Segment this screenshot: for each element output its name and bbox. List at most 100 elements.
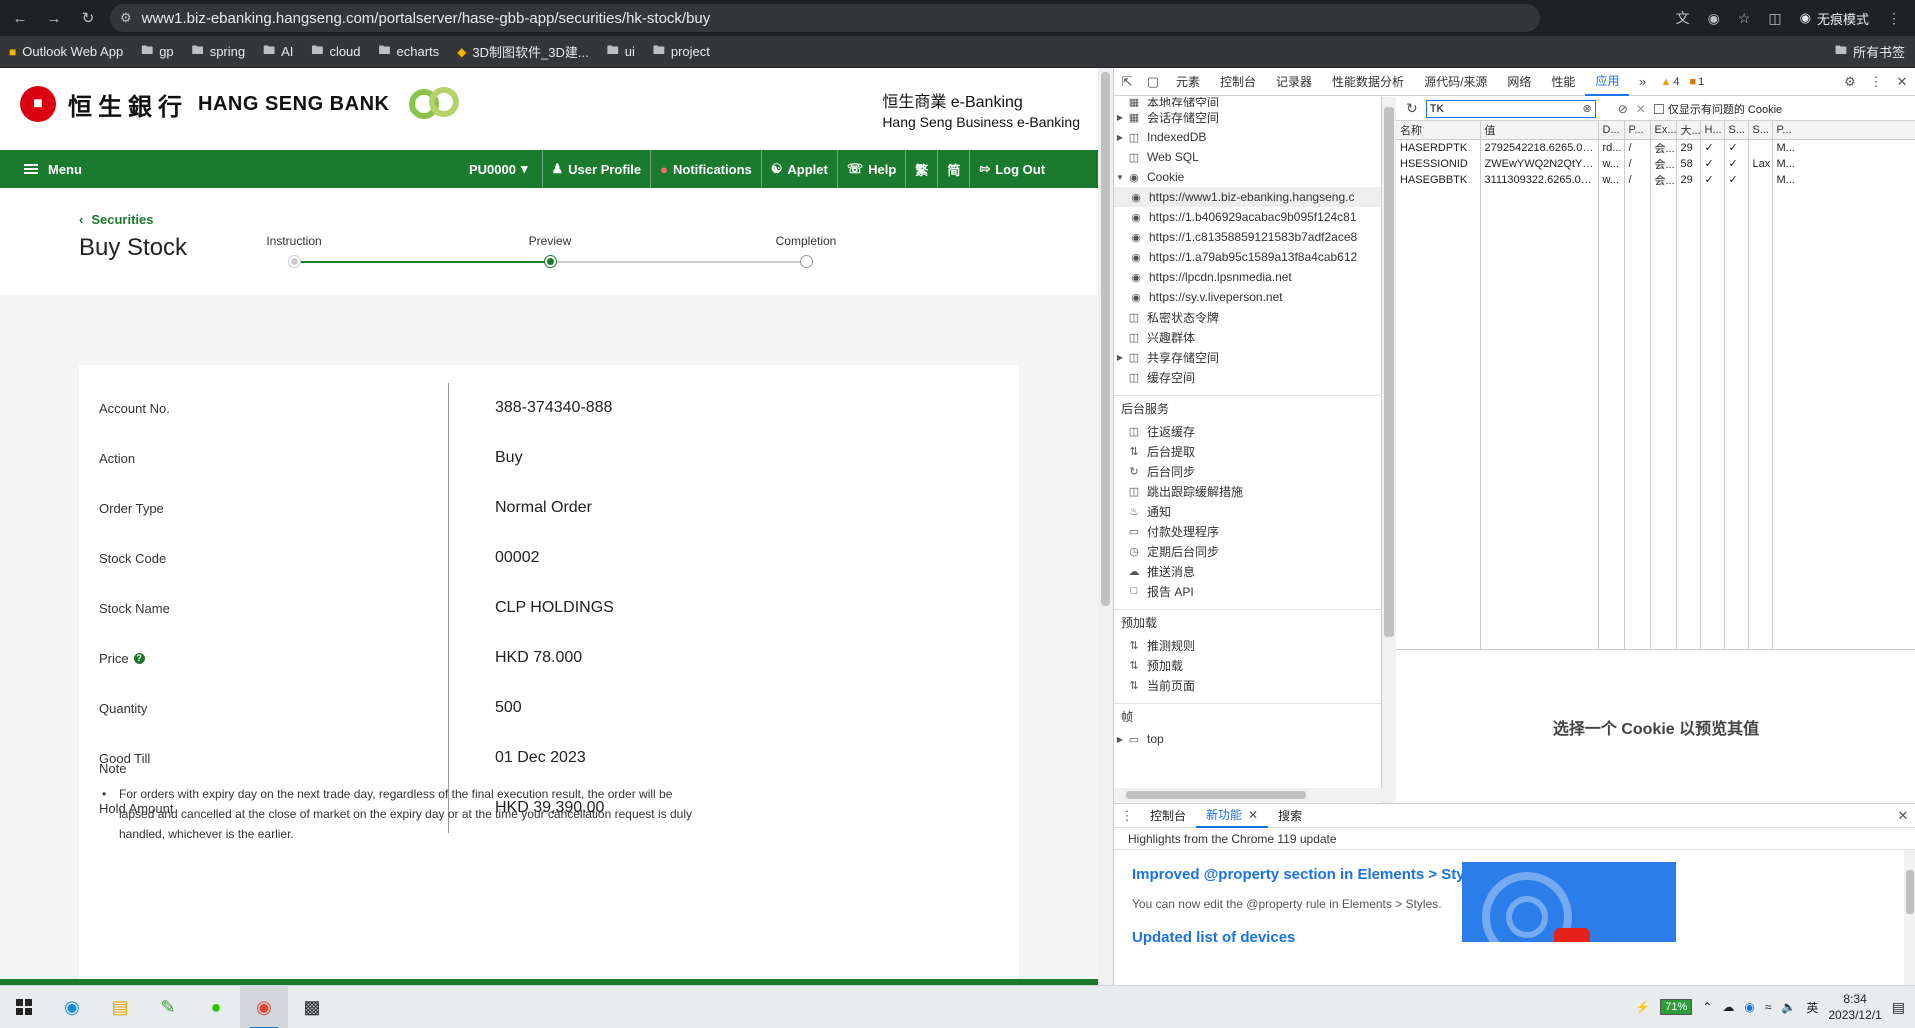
sidebar-item-frame-top[interactable]: ▶ ▭ top (1114, 729, 1381, 749)
more-tabs-icon[interactable]: » (1629, 74, 1655, 89)
notification-center-icon[interactable]: ▤ (1892, 999, 1905, 1016)
price-help-icon[interactable]: ? (133, 652, 145, 664)
table-row[interactable]: HASEGBBTK 3111309322.6265.0000 w... / 会... 29… (1396, 171, 1915, 188)
tab-performance[interactable]: 性能 (1541, 68, 1585, 96)
sidebar-item-notifications[interactable]: ♨ 通知 (1114, 501, 1381, 521)
address-bar[interactable]: ⚙ www1.biz-ebanking.hangseng.com/portals… (110, 4, 1540, 32)
sidepanel-icon[interactable]: ◫ (1768, 10, 1781, 27)
bookmark-item[interactable]: ◆ 3D制图软件_3D建... (448, 42, 598, 61)
sidebar-item-indexeddb[interactable]: ▶ ◫ IndexedDB (1114, 127, 1381, 147)
drawer-scrollbar-thumb[interactable] (1906, 870, 1914, 914)
cookie-filter-input[interactable] (1429, 102, 1570, 115)
tab-console[interactable]: 控制台 (1210, 68, 1266, 96)
taskbar-notepad[interactable]: ✎ (144, 986, 192, 1028)
tab-elements[interactable]: 元素 (1166, 68, 1210, 96)
devtools-menu-icon[interactable]: ⋮ (1863, 74, 1889, 90)
expand-arrow-icon[interactable]: ▶ (1114, 353, 1126, 362)
sidebar-item-interest-groups[interactable]: ◫ 兴趣群体 (1114, 327, 1381, 347)
drawer-tab-search[interactable]: 搜索 (1268, 804, 1312, 828)
battery-indicator[interactable]: 71% (1660, 999, 1693, 1015)
all-bookmarks[interactable]: 🖿 所有书签 (1826, 41, 1915, 62)
bookmark-folder[interactable]: 🖿 cloud (302, 41, 369, 62)
wifi-icon[interactable]: ≈ (1765, 1000, 1772, 1014)
bookmark-folder[interactable]: 🖿 spring (183, 41, 254, 62)
bookmark-folder[interactable]: 🖿 project (644, 41, 719, 62)
taskbar-terminal[interactable]: ▩ (288, 986, 336, 1028)
notifications-link[interactable]: ● Notifications (650, 150, 761, 188)
bank-logo[interactable]: ■ 恒生銀行 HANG SENG BANK (20, 86, 389, 122)
language-traditional-button[interactable]: 繁 (905, 150, 937, 188)
column-header[interactable]: H... (1700, 121, 1725, 140)
sidebar-item-websql[interactable]: ◫ Web SQL (1114, 147, 1381, 167)
battery-plug-icon[interactable]: ⚡ (1635, 1000, 1650, 1014)
language-simplified-button[interactable]: 简 (937, 150, 969, 188)
onedrive-icon[interactable]: ☁ (1722, 1000, 1734, 1014)
ime-indicator[interactable]: 英 (1806, 999, 1818, 1016)
defender-icon[interactable]: ◉ (1744, 1000, 1754, 1014)
tab-recorder[interactable]: 记录器 (1266, 68, 1322, 96)
sidebar-scrollbar[interactable] (1382, 97, 1396, 803)
tab-performance-insights[interactable]: 性能数据分析 (1322, 68, 1414, 96)
menu-button[interactable]: Menu (0, 162, 460, 177)
expand-arrow-icon[interactable]: ▶ (1114, 133, 1126, 142)
sidebar-item-bfcache[interactable]: ◫ 往返缓存 (1114, 421, 1381, 441)
delete-selected-icon[interactable]: ✕ (1636, 102, 1646, 116)
device-toggle-icon[interactable]: ▢ (1140, 74, 1166, 90)
only-issues-checkbox[interactable]: 仅显示有问题的 Cookie (1653, 101, 1782, 117)
forward-icon[interactable]: → (40, 4, 68, 32)
column-header[interactable]: 名称 (1396, 121, 1481, 140)
start-button[interactable] (0, 986, 48, 1028)
column-header[interactable]: P... (1772, 121, 1915, 140)
expand-arrow-icon[interactable]: ▶ (1114, 113, 1126, 122)
site-info-icon[interactable]: ⚙ (120, 10, 132, 26)
incognito-indicator[interactable]: ◉ 无痕模式 (1800, 9, 1869, 28)
sidebar-item-local-storage[interactable]: ▦ 本地存储空间 (1114, 97, 1381, 107)
column-header[interactable]: S... (1748, 121, 1773, 140)
drawer-tab-whats-new[interactable]: 新功能 ✕ (1196, 804, 1269, 828)
checkbox-icon[interactable] (1653, 103, 1664, 114)
sidebar-item-periodic-sync[interactable]: ◷ 定期后台同步 (1114, 541, 1381, 561)
settings-gear-icon[interactable]: ⚙ (1837, 74, 1863, 90)
taskbar-edge[interactable]: ◉ (48, 986, 96, 1028)
column-header[interactable]: Ex... (1650, 121, 1677, 140)
column-header[interactable]: 值 (1480, 121, 1599, 140)
column-header[interactable]: D... (1598, 121, 1625, 140)
play-video-icon[interactable] (1554, 928, 1590, 942)
column-header[interactable]: S... (1724, 121, 1749, 140)
issues-badge[interactable]: ■ 1 (1684, 76, 1709, 88)
cookie-origin-item[interactable]: ◉ https://1.c81358859121583b7adf2ace8 (1114, 227, 1381, 247)
bookmark-folder[interactable]: 🖿 AI (254, 41, 302, 62)
user-profile-link[interactable]: ♟ User Profile (541, 150, 651, 188)
sidebar-item-bounce-tracking[interactable]: ◫ 跳出跟踪缓解措施 (1114, 481, 1381, 501)
sidebar-item-speculation-rules[interactable]: ⇅ 推测规则 (1114, 635, 1381, 655)
sidebar-item-reporting-api[interactable]: □ 报告 API (1114, 581, 1381, 601)
cookie-origin-item[interactable]: ◉ https://1.b406929acabac9b095f124c81 (1114, 207, 1381, 227)
back-icon[interactable]: ← (6, 4, 34, 32)
sidebar-item-cache-storage[interactable]: ◫ 缓存空间 (1114, 367, 1381, 387)
expand-arrow-icon[interactable]: ▶ (1114, 735, 1126, 744)
help-link[interactable]: ☏ Help (836, 150, 905, 188)
drawer-tab-console[interactable]: 控制台 (1140, 804, 1196, 828)
whats-new-video-thumbnail[interactable] (1462, 862, 1676, 942)
sidebar-item-this-page[interactable]: ⇅ 当前页面 (1114, 675, 1381, 695)
refresh-icon[interactable]: ↻ (1406, 100, 1418, 117)
breadcrumb[interactable]: ‹ Securities (79, 212, 154, 227)
clock[interactable]: 8:34 2023/12/1 (1828, 991, 1881, 1023)
sidebar-item-shared-storage[interactable]: ▶ ◫ 共享存储空间 (1114, 347, 1381, 367)
taskbar-chrome[interactable]: ◉ (240, 985, 288, 1028)
cookie-origin-item[interactable]: ◉ https://1.a79ab95c1589a13f8a4cab612 (1114, 247, 1381, 267)
account-dropdown[interactable]: PU0000 ▾ (460, 150, 542, 188)
drawer-scrollbar[interactable] (1904, 850, 1915, 986)
drawer-menu-icon[interactable]: ⋮ (1114, 808, 1140, 824)
clear-filter-icon[interactable]: ⊗ (1583, 102, 1592, 115)
close-drawer-icon[interactable]: ✕ (1890, 808, 1915, 824)
table-row[interactable]: HASERDPTK 2792542218.6265.0000 rd... / 会... 2… (1396, 139, 1915, 156)
bookmark-folder[interactable]: 🖿 gp (132, 41, 182, 62)
collapse-arrow-icon[interactable]: ▼ (1114, 173, 1126, 182)
sidebar-hscrollbar-thumb[interactable] (1126, 791, 1306, 799)
taskbar-wechat[interactable]: ● (192, 986, 240, 1028)
cookie-origin-item[interactable]: ◉ https://www1.biz-ebanking.hangseng.c (1114, 187, 1381, 207)
sidebar-scrollbar-thumb[interactable] (1384, 107, 1394, 637)
taskbar-explorer[interactable]: ▤ (96, 986, 144, 1028)
sidebar-item-payment-handler[interactable]: ▭ 付款处理程序 (1114, 521, 1381, 541)
